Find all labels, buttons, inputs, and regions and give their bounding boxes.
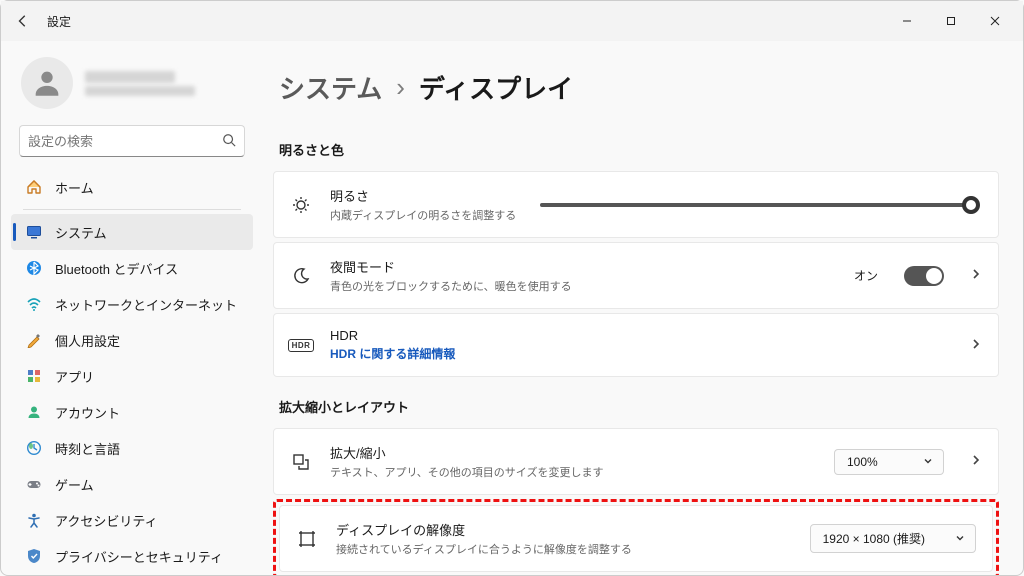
row-desc: 接続されているディスプレイに合うように解像度を調整する xyxy=(336,541,632,557)
resolution-highlight: ディスプレイの解像度 接続されているディスプレイに合うように解像度を調整する 1… xyxy=(273,499,999,575)
accounts-icon xyxy=(25,404,43,420)
scale-icon xyxy=(290,452,312,472)
network-icon xyxy=(25,296,43,312)
brightness-slider[interactable] xyxy=(540,203,976,207)
accessibility-icon xyxy=(25,512,43,528)
sidebar-item-gaming[interactable]: ゲーム xyxy=(11,466,253,502)
user-email-hidden xyxy=(85,86,195,96)
hdr-icon: HDR xyxy=(290,339,312,352)
breadcrumb: システム › ディスプレイ xyxy=(273,69,999,106)
apps-icon xyxy=(25,368,43,384)
resolution-dropdown[interactable]: 1920 × 1080 (推奨) xyxy=(810,524,976,553)
bluetooth-icon xyxy=(25,260,43,276)
row-desc: 青色の光をブロックするために、暖色を使用する xyxy=(330,278,572,294)
chevron-right-icon xyxy=(970,268,982,283)
row-title: 夜間モード xyxy=(330,257,572,276)
user-block[interactable] xyxy=(5,53,259,125)
sidebar-item-label: Bluetooth とデバイス xyxy=(55,259,178,278)
sidebar-item-label: システム xyxy=(55,223,107,242)
window-title: 設定 xyxy=(47,13,71,30)
toggle-label: オン xyxy=(854,267,878,284)
row-desc: テキスト、アプリ、その他の項目のサイズを変更します xyxy=(330,464,603,480)
minimize-button[interactable] xyxy=(885,6,929,36)
slider-thumb[interactable] xyxy=(962,196,980,214)
system-icon xyxy=(25,224,43,240)
row-title: ディスプレイの解像度 xyxy=(336,520,632,539)
row-resolution[interactable]: ディスプレイの解像度 接続されているディスプレイに合うように解像度を調整する 1… xyxy=(279,505,993,572)
sidebar-item-label: 個人用設定 xyxy=(55,331,120,350)
section-header-brightness: 明るさと色 xyxy=(279,140,999,159)
search-box[interactable] xyxy=(19,125,245,157)
row-nightlight[interactable]: 夜間モード 青色の光をブロックするために、暖色を使用する オン xyxy=(273,242,999,309)
scale-dropdown[interactable]: 100% xyxy=(834,449,944,475)
sidebar-item-accounts[interactable]: アカウント xyxy=(11,394,253,430)
back-button[interactable] xyxy=(9,7,37,35)
sidebar-item-network[interactable]: ネットワークとインターネット xyxy=(11,286,253,322)
row-title: 拡大/縮小 xyxy=(330,443,603,462)
row-title: 明るさ xyxy=(330,186,516,205)
sidebar-item-accessibility[interactable]: アクセシビリティ xyxy=(11,502,253,538)
chevron-right-icon xyxy=(970,454,982,469)
chevron-down-icon xyxy=(955,532,965,546)
row-brightness[interactable]: 明るさ 内蔵ディスプレイの明るさを調整する xyxy=(273,171,999,238)
breadcrumb-parent[interactable]: システム xyxy=(279,69,382,106)
sidebar-item-home[interactable]: ホーム xyxy=(11,169,253,205)
breadcrumb-current: ディスプレイ xyxy=(419,69,573,106)
row-desc: 内蔵ディスプレイの明るさを調整する xyxy=(330,207,516,223)
section-header-scale: 拡大縮小とレイアウト xyxy=(279,397,999,416)
sidebar-item-label: 時刻と言語 xyxy=(55,439,120,458)
user-info xyxy=(85,71,195,96)
brightness-icon xyxy=(290,195,312,215)
sidebar-item-label: プライバシーとセキュリティ xyxy=(55,547,223,566)
sidebar-item-apps[interactable]: アプリ xyxy=(11,358,253,394)
chevron-right-icon xyxy=(970,338,982,353)
sidebar-item-label: ホーム xyxy=(55,178,94,197)
home-icon xyxy=(25,179,43,195)
sidebar-item-update[interactable]: Windows Update xyxy=(11,574,253,575)
sidebar-item-bluetooth[interactable]: Bluetooth とデバイス xyxy=(11,250,253,286)
sidebar-item-time[interactable]: 時刻と言語 xyxy=(11,430,253,466)
resolution-icon xyxy=(296,529,318,549)
gaming-icon xyxy=(25,476,43,492)
privacy-icon xyxy=(25,548,43,564)
sidebar-item-label: アプリ xyxy=(55,367,94,386)
avatar xyxy=(21,57,73,109)
time-icon xyxy=(25,440,43,456)
row-scale[interactable]: 拡大/縮小 テキスト、アプリ、その他の項目のサイズを変更します 100% xyxy=(273,428,999,495)
personalization-icon xyxy=(25,332,43,348)
sidebar-item-personalization[interactable]: 個人用設定 xyxy=(11,322,253,358)
row-title: HDR xyxy=(330,328,455,343)
nightlight-toggle[interactable] xyxy=(904,266,944,286)
window-controls xyxy=(885,6,1017,36)
nav-list: ホーム システム Bluetooth とデバイス ネットワークとインターネット … xyxy=(5,169,259,575)
hdr-link[interactable]: HDR に関する詳細情報 xyxy=(330,345,455,362)
sidebar-item-label: ゲーム xyxy=(55,475,94,494)
chevron-down-icon xyxy=(923,455,933,469)
sidebar-item-label: アカウント xyxy=(55,403,120,422)
sidebar-item-system[interactable]: システム xyxy=(11,214,253,250)
sidebar-item-label: ネットワークとインターネット xyxy=(55,295,237,314)
main-content: システム › ディスプレイ 明るさと色 明るさ 内蔵ディスプレイの明るさを調整す… xyxy=(263,41,1023,575)
title-bar: 設定 xyxy=(1,1,1023,41)
dropdown-value: 100% xyxy=(847,455,878,469)
nav-divider xyxy=(23,209,241,210)
row-hdr[interactable]: HDR HDR HDR に関する詳細情報 xyxy=(273,313,999,377)
maximize-button[interactable] xyxy=(929,6,973,36)
close-button[interactable] xyxy=(973,6,1017,36)
chevron-right-icon: › xyxy=(396,72,405,103)
dropdown-value: 1920 × 1080 (推奨) xyxy=(823,530,925,547)
sidebar-item-privacy[interactable]: プライバシーとセキュリティ xyxy=(11,538,253,574)
search-input[interactable] xyxy=(28,134,222,149)
nightlight-icon xyxy=(290,266,312,286)
sidebar: ホーム システム Bluetooth とデバイス ネットワークとインターネット … xyxy=(1,41,263,575)
user-name-hidden xyxy=(85,71,175,83)
search-icon xyxy=(222,133,236,150)
sidebar-item-label: アクセシビリティ xyxy=(55,511,158,530)
